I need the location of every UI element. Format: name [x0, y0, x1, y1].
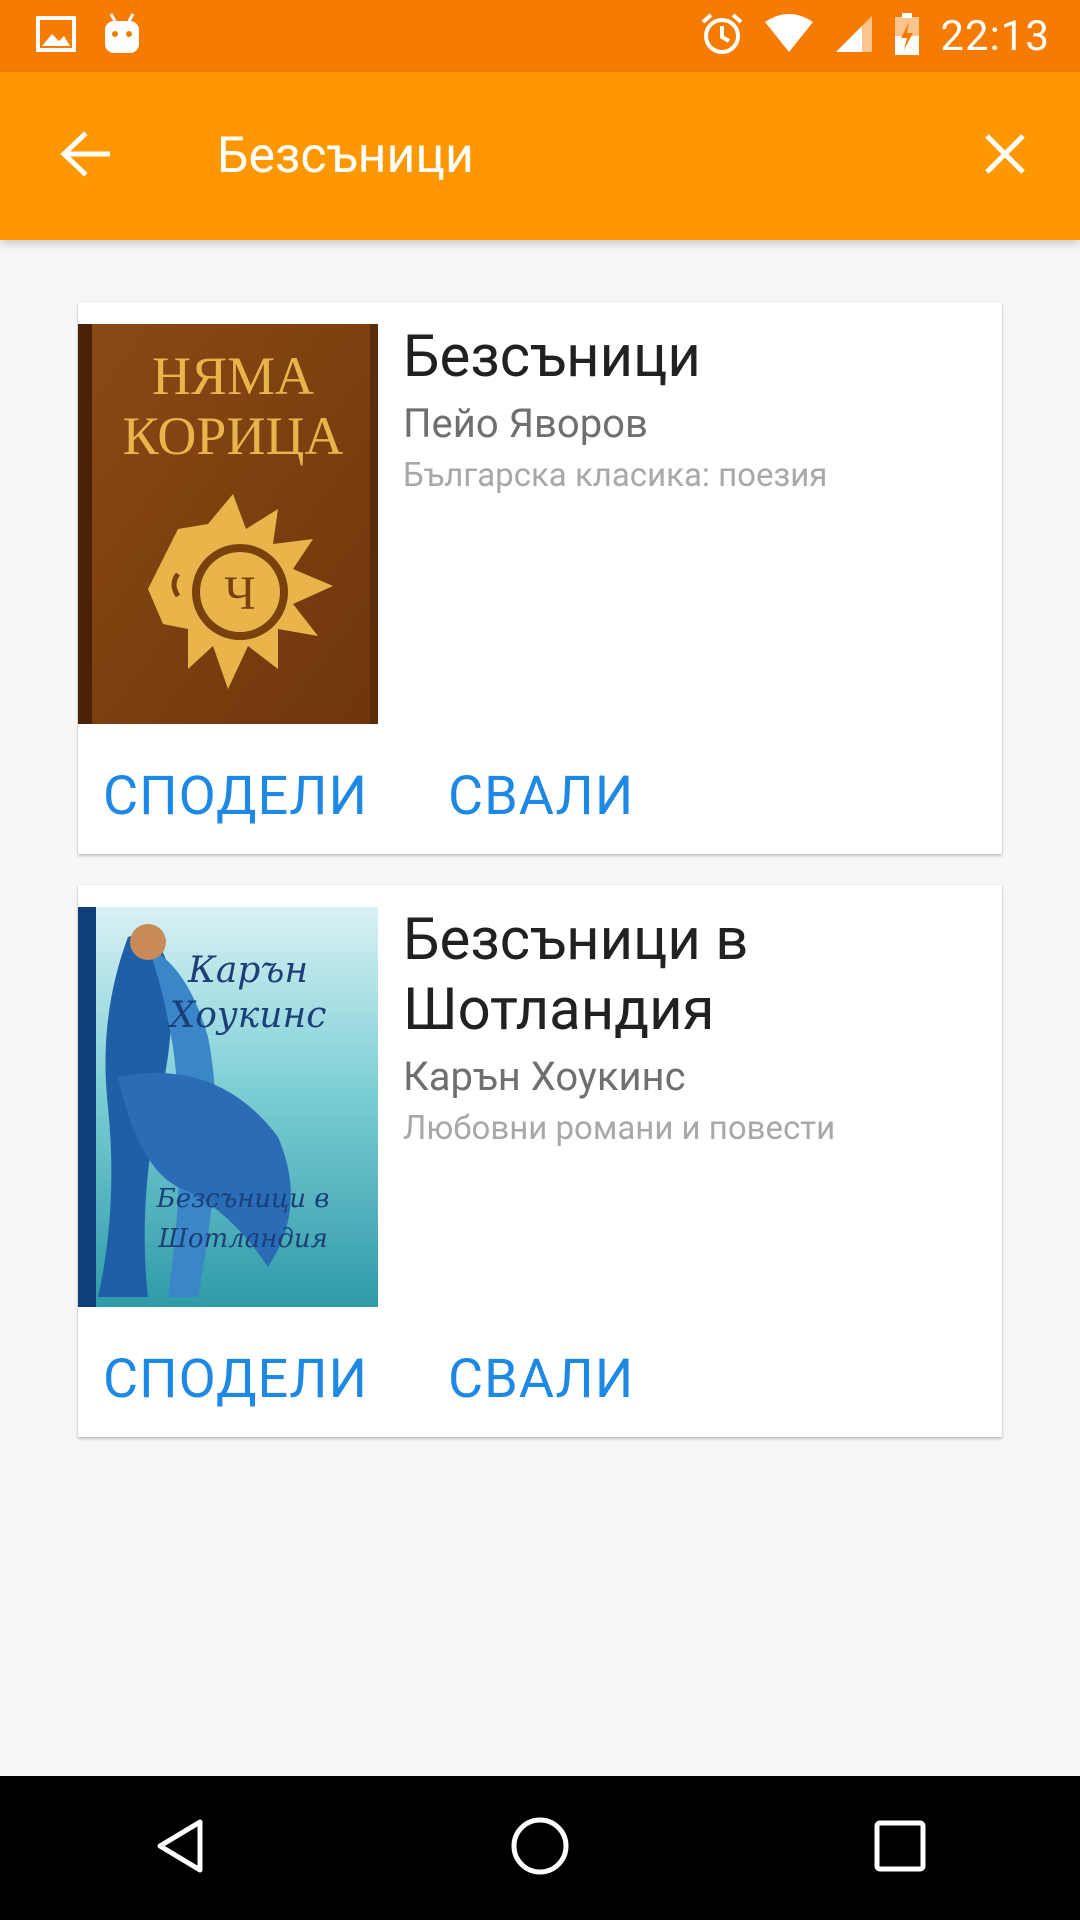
book-cover: Карън Хоукинс Безсъници в Шотландия — [78, 907, 378, 1307]
book-cover: НЯМА КОРИЦА Ч — [78, 324, 378, 724]
book-genre: Любовни романи и повести — [403, 1109, 836, 1148]
nav-back-button[interactable] — [100, 1776, 260, 1920]
cover-author-line1: Карън — [187, 950, 308, 991]
book-card[interactable]: НЯМА КОРИЦА Ч Безсъници Пейо Яворов Бълг… — [78, 302, 1002, 854]
nav-home-button[interactable] — [460, 1776, 620, 1920]
book-title: Безсъници — [403, 323, 701, 391]
download-button[interactable]: СВАЛИ — [448, 1345, 634, 1415]
alarm-icon — [700, 12, 744, 60]
arrow-back-icon — [60, 131, 111, 181]
image-icon — [36, 16, 76, 56]
cover-title-line1: Безсъници в — [156, 1184, 330, 1214]
battery-icon — [894, 12, 920, 60]
search-query-title: Безсъници — [217, 127, 474, 185]
book-title: Безсъници в Шотландия — [403, 906, 749, 1044]
status-time: 22:13 — [940, 11, 1050, 61]
book-author: Пейо Яворов — [403, 400, 648, 447]
android-icon — [102, 12, 142, 60]
share-button[interactable]: СПОДЕЛИ — [103, 1345, 368, 1415]
app-bar: Безсъници — [0, 72, 1080, 240]
cover-title-line2: Шотландия — [157, 1224, 328, 1254]
book-genre: Българска класика: поезия — [403, 456, 828, 495]
cover-author-line2: Хоукинс — [167, 995, 327, 1036]
close-button[interactable] — [945, 96, 1065, 216]
download-button[interactable]: СВАЛИ — [448, 762, 634, 832]
back-button[interactable] — [25, 96, 145, 216]
home-circle-icon — [510, 1816, 570, 1880]
book-card[interactable]: Карън Хоукинс Безсъници в Шотландия Безс… — [78, 885, 1002, 1437]
book-author: Карън Хоукинс — [403, 1053, 686, 1100]
wifi-icon — [764, 14, 814, 58]
cover-text-line2: КОРИЦА — [123, 406, 344, 466]
cover-emblem: Ч — [224, 567, 255, 620]
nav-recents-button[interactable] — [820, 1776, 980, 1920]
recents-square-icon — [873, 1819, 927, 1877]
system-navigation-bar — [0, 1776, 1080, 1920]
cover-text-line1: НЯМА — [152, 346, 314, 406]
close-icon — [983, 132, 1027, 180]
status-bar: 22:13 — [0, 0, 1080, 72]
back-triangle-icon — [154, 1818, 206, 1878]
share-button[interactable]: СПОДЕЛИ — [103, 762, 368, 832]
signal-icon — [834, 14, 874, 58]
